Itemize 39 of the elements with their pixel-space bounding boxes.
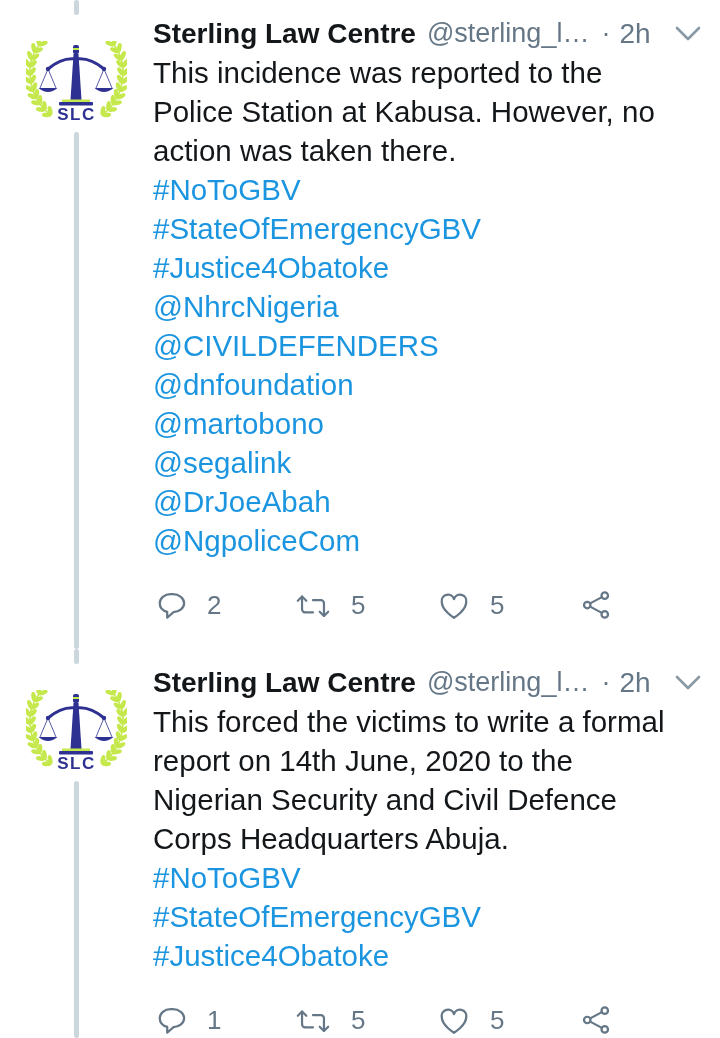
like-button[interactable]: 5	[438, 1005, 505, 1035]
tag-link[interactable]: #StateOfEmergencyGBV	[153, 897, 481, 936]
timestamp[interactable]: 2h	[619, 661, 651, 704]
user-handle[interactable]: @sterling_l…	[426, 662, 590, 703]
tag-link[interactable]: #Justice4Obatoke	[153, 936, 390, 975]
tag-link[interactable]: #Justice4Obatoke	[153, 248, 390, 287]
author-name[interactable]: Sterling Law Centre	[153, 12, 416, 55]
like-button[interactable]: 5	[438, 590, 505, 620]
retweet-button[interactable]: 5	[295, 590, 366, 620]
tag-link[interactable]: @segalink	[153, 443, 292, 482]
share-button[interactable]	[580, 590, 612, 620]
chevron-down-icon[interactable]	[675, 675, 701, 690]
tag-link[interactable]: #StateOfEmergencyGBV	[153, 209, 481, 248]
tweet-text: This forced the victims to write a formal report on 14th June, 2020 to the Nigerian Security and Civil Defence Corps Headquarters Abuja.	[153, 704, 666, 857]
tag-link[interactable]: @NgpoliceCom	[153, 521, 361, 560]
author-name[interactable]: Sterling Law Centre	[153, 661, 416, 704]
speech-bubble-icon	[157, 590, 187, 620]
tag-link[interactable]: @dnfoundation	[153, 365, 354, 404]
reply-button[interactable]: 2	[157, 590, 222, 620]
speech-bubble-icon	[157, 1005, 187, 1035]
share-icon	[580, 590, 612, 620]
timestamp[interactable]: 2h	[619, 12, 651, 55]
tag-link[interactable]: @DrJoeAbah	[153, 482, 331, 521]
separator-dot: ·	[601, 17, 611, 51]
chevron-down-icon[interactable]	[675, 26, 701, 41]
retweet-button[interactable]: 5	[295, 1005, 366, 1035]
tag-link[interactable]: @CIVILDEFENDERS	[153, 326, 439, 365]
user-handle[interactable]: @sterling_l…	[426, 13, 590, 54]
logo-text: SLC	[57, 104, 96, 121]
tag-link[interactable]: #NoToGBV	[153, 170, 301, 209]
separator-dot: ·	[601, 666, 611, 700]
tweet-text: This incidence was reported to the Police Station at Kabusa. However, no action was taken there.	[153, 55, 656, 169]
tag-link[interactable]: #NoToGBV	[153, 858, 301, 897]
share-button[interactable]	[580, 1005, 612, 1035]
logo-text: SLC	[57, 753, 96, 770]
tag-link[interactable]: @NhrcNigeria	[153, 287, 339, 326]
share-icon	[580, 1005, 612, 1035]
reply-button[interactable]: 1	[157, 1005, 222, 1035]
tag-link[interactable]: @martobono	[153, 404, 324, 443]
